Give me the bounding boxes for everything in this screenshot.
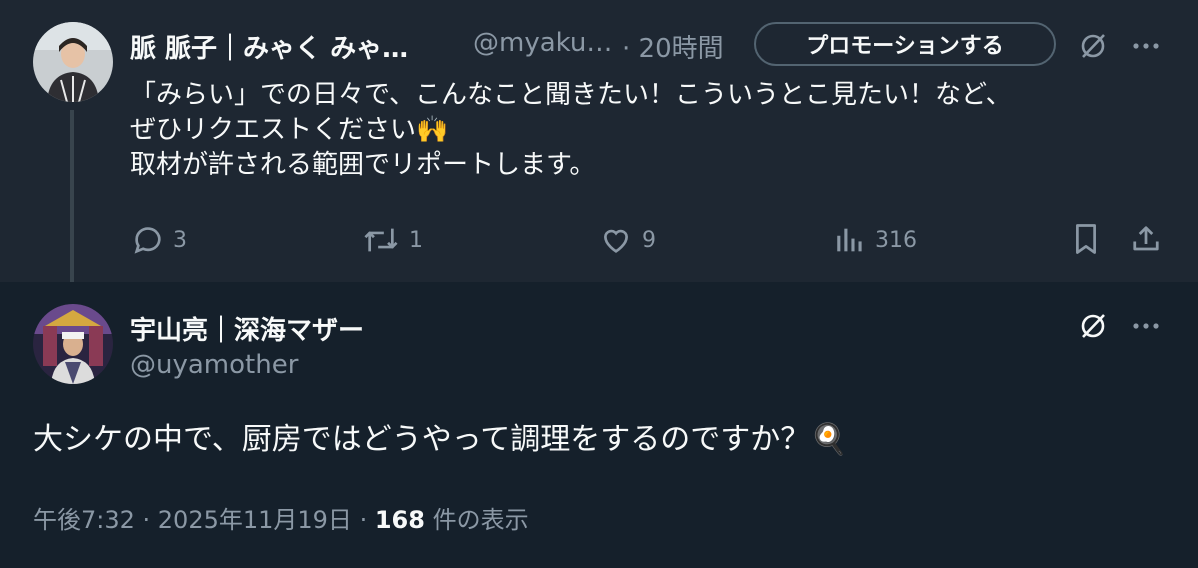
avatar[interactable] xyxy=(33,304,113,384)
more-icon[interactable] xyxy=(1126,26,1166,66)
thread-line xyxy=(70,110,74,282)
view-count: 316 xyxy=(875,227,917,253)
view-count-label: 件の表示 xyxy=(424,506,529,534)
parent-tweet[interactable]: 脈 脈子｜みゃく みゃ… @myaku… · 20時間 プロモーションする 「み… xyxy=(0,0,1198,282)
tweet-time[interactable]: · 20時間 xyxy=(622,28,724,65)
more-icon[interactable] xyxy=(1126,306,1166,346)
timestamp[interactable]: 午後7:32 · 2025年11月19日 · xyxy=(33,506,375,534)
like-count: 9 xyxy=(642,227,656,253)
share-icon[interactable] xyxy=(1127,220,1165,258)
promote-button[interactable]: プロモーションする xyxy=(754,22,1056,66)
author-name[interactable]: 脈 脈子｜みゃく みゃ… xyxy=(130,28,408,65)
retweet-button[interactable]: 1 xyxy=(361,222,423,258)
reply-icon xyxy=(134,227,161,254)
tweet-text: 「みらい」での日々で、こんなこと聞きたい！こういうとこ見たい！など、 ぜひリクエ… xyxy=(130,80,1012,180)
tweet-meta: 午後7:32 · 2025年11月19日 · 168 件の表示 xyxy=(33,500,529,535)
like-button[interactable]: 9 xyxy=(598,222,656,258)
retweet-icon xyxy=(364,228,398,252)
tweet-text: 大シケの中で、厨房ではどうやって調理をするのですか？🍳 xyxy=(33,422,848,457)
grok-icon[interactable] xyxy=(1073,306,1113,346)
views-icon xyxy=(837,228,862,252)
reply-button[interactable]: 3 xyxy=(131,222,187,258)
bookmark-icon[interactable] xyxy=(1067,220,1105,258)
reply-count: 3 xyxy=(173,227,187,253)
views-button[interactable]: 316 xyxy=(833,222,917,258)
view-count: 168 xyxy=(374,506,425,534)
like-icon xyxy=(604,229,628,253)
avatar[interactable] xyxy=(33,22,113,102)
author-handle[interactable]: @myaku… xyxy=(473,28,612,58)
grok-icon[interactable] xyxy=(1073,26,1113,66)
author-name[interactable]: 宇山亮｜深海マザー xyxy=(130,310,364,347)
retweet-count: 1 xyxy=(409,227,423,253)
author-handle[interactable]: @uyamother xyxy=(130,350,298,380)
